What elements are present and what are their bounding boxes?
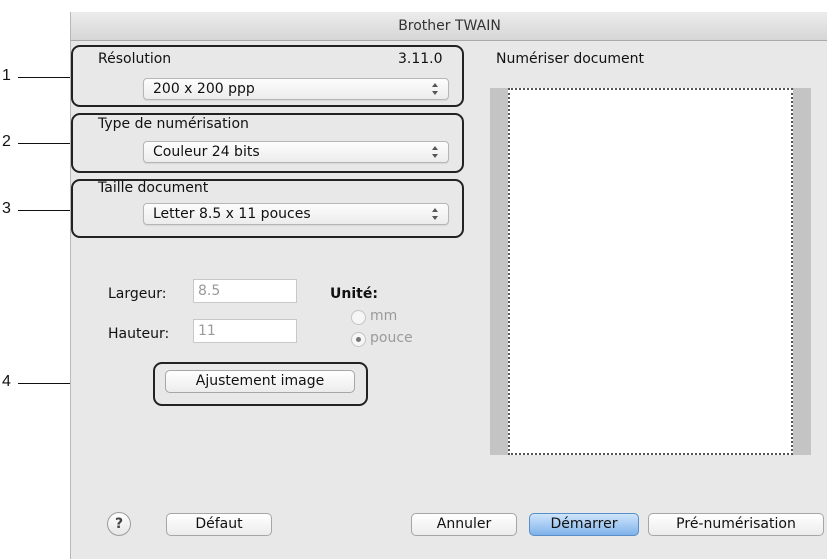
callout-number-3: 3 bbox=[2, 200, 11, 217]
width-label: Largeur: bbox=[108, 286, 167, 302]
unit-pouce-label: pouce bbox=[370, 330, 413, 346]
callout-line-2 bbox=[18, 143, 70, 144]
twain-window: Brother TWAIN Résolution 3.11.0 200 x 20… bbox=[70, 12, 827, 559]
callout-frame-1 bbox=[71, 45, 464, 107]
unit-label: Unité: bbox=[330, 286, 378, 302]
cancel-button[interactable]: Annuler bbox=[411, 513, 517, 536]
default-button[interactable]: Défaut bbox=[166, 513, 272, 536]
callout-number-4: 4 bbox=[2, 373, 11, 390]
preview-label: Numériser document bbox=[496, 51, 644, 67]
prescan-button[interactable]: Pré-numérisation bbox=[648, 513, 824, 536]
unit-radio-mm[interactable] bbox=[351, 310, 366, 325]
height-value: 11 bbox=[198, 323, 216, 339]
radio-selected-dot bbox=[356, 337, 361, 342]
callout-frame-2 bbox=[71, 113, 464, 173]
callout-number-1: 1 bbox=[2, 67, 11, 84]
callout-line-3 bbox=[18, 210, 70, 211]
unit-radio-pouce[interactable] bbox=[351, 332, 366, 347]
title-bar: Brother TWAIN bbox=[71, 12, 827, 41]
start-button[interactable]: Démarrer bbox=[529, 513, 639, 536]
height-field[interactable]: 11 bbox=[193, 319, 297, 343]
height-label: Hauteur: bbox=[108, 326, 170, 342]
callout-number-2: 2 bbox=[2, 133, 11, 150]
window-title: Brother TWAIN bbox=[398, 18, 501, 34]
help-button[interactable]: ? bbox=[107, 512, 131, 536]
width-value: 8.5 bbox=[198, 283, 221, 299]
unit-mm-label: mm bbox=[370, 308, 398, 324]
callout-line-1 bbox=[18, 77, 70, 78]
image-adjust-button[interactable]: Ajustement image bbox=[165, 370, 355, 393]
callout-frame-3 bbox=[71, 179, 464, 238]
width-field[interactable]: 8.5 bbox=[193, 279, 297, 303]
preview-page bbox=[508, 88, 793, 455]
